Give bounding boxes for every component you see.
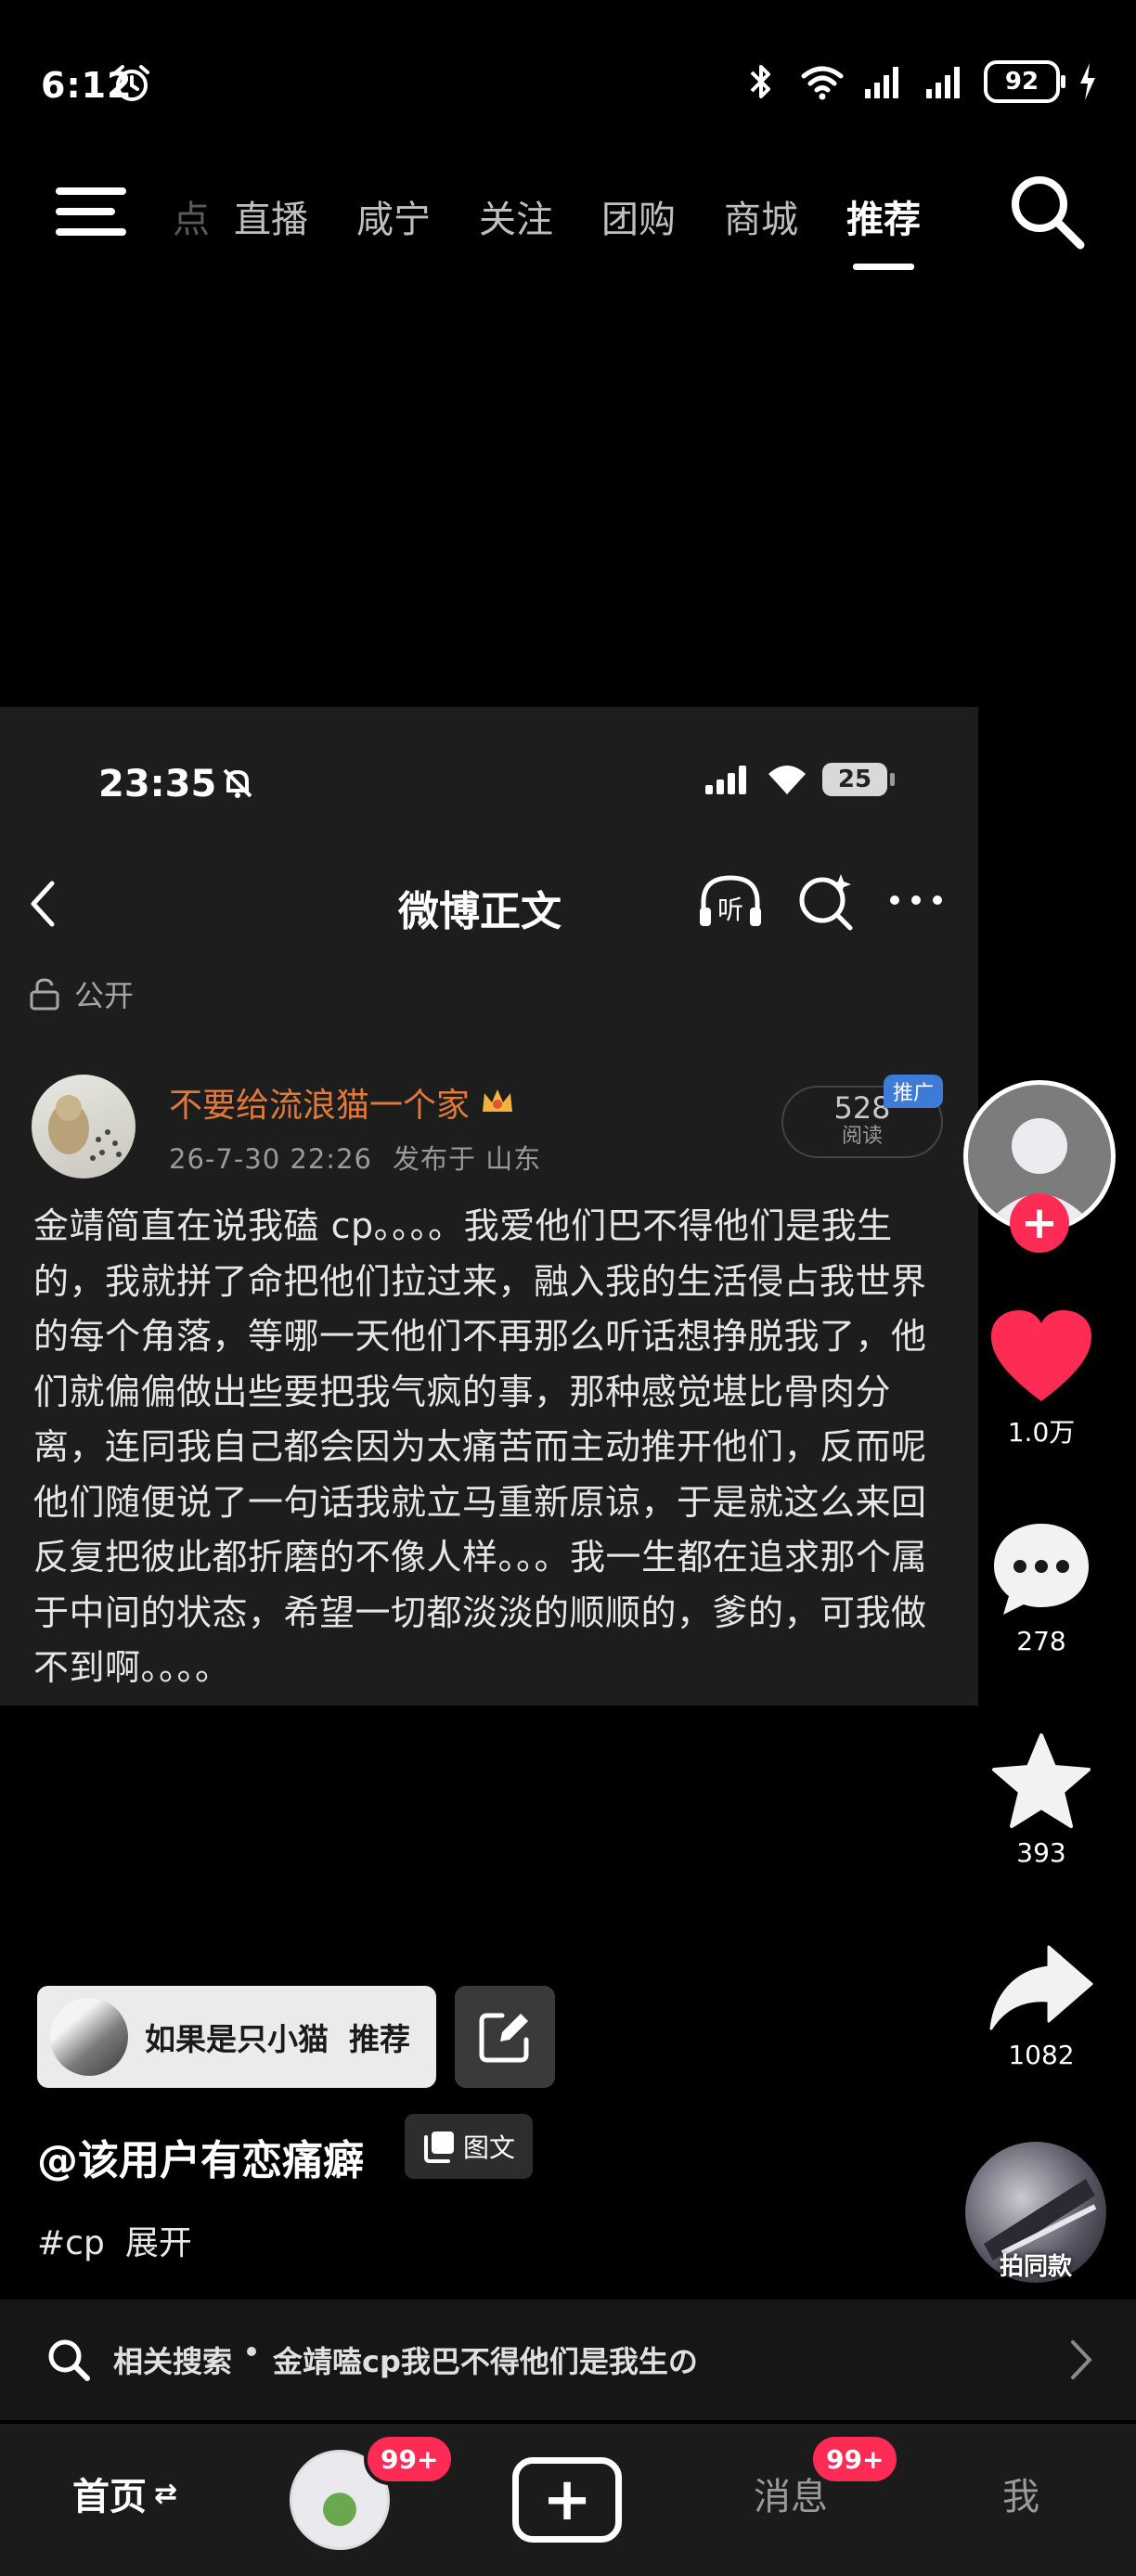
- read-label: 阅读: [841, 1125, 883, 1148]
- bluetooth-icon: [750, 65, 770, 98]
- battery-indicator: 92: [984, 60, 1065, 103]
- separator-dot: [247, 2347, 257, 2356]
- tab-group-buy[interactable]: 团购: [577, 189, 700, 243]
- embedded-status-time: 23:35: [98, 763, 217, 805]
- alarm-icon: [114, 65, 149, 101]
- recommend-tag: 推荐: [349, 2021, 410, 2057]
- bottom-nav: 首页 ⇄ 99+ + 消息 99+ 我: [0, 2424, 1136, 2576]
- tab-local[interactable]: 咸宁: [332, 189, 455, 243]
- edit-icon: [479, 2013, 529, 2063]
- read-count-box: 528 阅读 推广: [781, 1075, 943, 1158]
- comment-count: 278: [1016, 1626, 1066, 1656]
- embedded-signal-icon: [705, 766, 746, 794]
- nav-home[interactable]: 首页 ⇄: [72, 2467, 177, 2520]
- post-meta: 26-7-30 22:26 发布于 山东: [169, 1138, 541, 1177]
- star-icon: [992, 1733, 1091, 1828]
- comment-icon: [994, 1524, 1089, 1615]
- mute-bell-icon: [223, 768, 252, 798]
- status-bar: 6:12 92: [0, 0, 1136, 148]
- more-icon: [890, 895, 942, 905]
- embedded-battery: 25: [822, 763, 895, 796]
- recommend-name: 如果是只小猫: [145, 2021, 329, 2057]
- embedded-header: 微博正文 听: [0, 865, 978, 939]
- tab-recommend[interactable]: 推荐: [822, 189, 945, 270]
- share-icon: [989, 1945, 1093, 2030]
- recommend-avatar: [50, 1998, 128, 2076]
- crown-icon: [483, 1089, 513, 1112]
- make-same-label: 拍同款: [999, 2253, 1072, 2281]
- related-search-bar[interactable]: 相关搜索 金靖嗑cp我巴不得他们是我生の: [0, 2299, 1136, 2420]
- nav-home-label: 首页: [72, 2476, 147, 2518]
- favorite-count: 393: [1016, 1837, 1066, 1868]
- tab-mall[interactable]: 商城: [700, 189, 822, 243]
- friends-badge: 99+: [364, 2433, 456, 2485]
- post-location: 发布于 山东: [392, 1143, 542, 1175]
- messages-badge: 99+: [809, 2433, 901, 2485]
- unlock-icon: [30, 978, 59, 1011]
- search-icon[interactable]: [1006, 171, 1088, 252]
- author-name: 不要给流浪猫一个家: [169, 1078, 516, 1127]
- embedded-ai-search-icon: [799, 874, 853, 931]
- share-action[interactable]: 1082: [978, 1943, 1104, 2070]
- charging-icon: [1080, 63, 1095, 100]
- visibility-label: 公开: [28, 972, 134, 1015]
- content-type-badge: 图文: [405, 2114, 533, 2179]
- author-handle[interactable]: @该用户有恋痛癖: [37, 2127, 364, 2186]
- chevron-right-icon: [1071, 2340, 1092, 2379]
- like-count: 1.0万: [1007, 1417, 1076, 1448]
- tab-live[interactable]: 直播: [210, 189, 332, 243]
- signal-1-icon: [865, 67, 898, 98]
- expand-link[interactable]: 展开: [125, 2224, 192, 2262]
- caption: #cp 展开: [37, 2216, 192, 2264]
- related-search-query: 金靖嗑cp我巴不得他们是我生の: [273, 2344, 698, 2379]
- author-avatar: [32, 1075, 136, 1179]
- content-type-label: 图文: [462, 2132, 515, 2163]
- post-time: 26-7-30 22:26: [169, 1143, 372, 1175]
- image-stack-icon: [423, 2132, 454, 2163]
- promo-badge: 推广: [883, 1075, 943, 1108]
- favorite-action[interactable]: 393: [978, 1732, 1104, 1868]
- recommend-chip[interactable]: 如果是只小猫 推荐: [37, 1986, 436, 2088]
- tab-following[interactable]: 关注: [455, 189, 577, 243]
- related-search-label: 相关搜索: [113, 2344, 233, 2379]
- like-action[interactable]: 1.0万: [978, 1308, 1104, 1449]
- top-nav: 点 直播 咸宁 关注 团购 商城 推荐: [0, 167, 1136, 270]
- menu-icon[interactable]: [56, 178, 130, 243]
- create-button[interactable]: +: [512, 2457, 622, 2543]
- listen-icon: 听: [700, 875, 761, 926]
- share-count: 1082: [1008, 2040, 1075, 2070]
- tab-hot[interactable]: 点: [165, 189, 210, 243]
- follow-button[interactable]: +: [1010, 1193, 1069, 1253]
- swap-icon: ⇄: [154, 2477, 178, 2510]
- wifi-icon: [801, 66, 844, 100]
- related-search-icon: [48, 2339, 90, 2381]
- nav-me[interactable]: 我: [1002, 2467, 1039, 2520]
- post-body: 金靖简直在说我磕 cp。。。。我爱他们巴不得他们是我生的，我就拼了命把他们拉过来…: [33, 1205, 928, 1688]
- visibility-text: 公开: [74, 978, 135, 1013]
- signal-2-icon: [926, 67, 960, 98]
- svg-text:听: 听: [717, 895, 743, 925]
- embedded-wifi-icon: [768, 766, 806, 794]
- comment-action[interactable]: 278: [978, 1520, 1104, 1656]
- edit-button[interactable]: [455, 1986, 555, 2088]
- post-image[interactable]: 23:35 25 微博正文 听 公开 不要给流浪猫一个家 26-7-30 22:…: [0, 707, 978, 1706]
- author-name-text: 不要给流浪猫一个家: [169, 1087, 471, 1125]
- heart-icon: [991, 1310, 1091, 1401]
- feed-tabs: 点 直播 咸宁 关注 团购 商城 推荐: [165, 189, 945, 270]
- hashtag-link[interactable]: #cp: [37, 2224, 105, 2262]
